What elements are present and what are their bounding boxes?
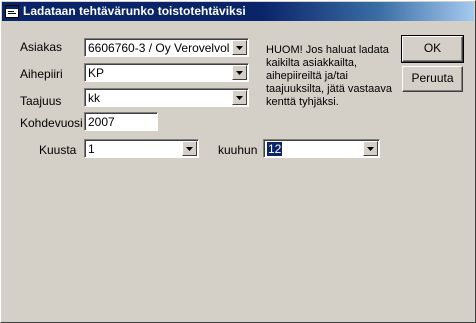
kuuhun-value: 12 xyxy=(267,142,283,156)
taajuus-dropdown-button[interactable] xyxy=(232,90,247,105)
taajuus-combobox[interactable]: kk xyxy=(84,88,249,107)
kuuhun-label: kuuhun xyxy=(218,143,258,157)
kuusta-value: 1 xyxy=(88,142,95,156)
kuusta-combobox[interactable]: 1 xyxy=(84,139,199,158)
chevron-down-icon xyxy=(186,147,193,151)
dialog-window: Ladataan tehtävärunko toistotehtäviksi A… xyxy=(0,0,476,323)
kuuhun-combobox[interactable]: 12 xyxy=(263,139,380,158)
asiakas-label: Asiakas xyxy=(20,40,63,54)
chevron-down-icon xyxy=(367,147,374,151)
aihepiiri-value: KP xyxy=(88,66,105,80)
title-bar[interactable]: Ladataan tehtävärunko toistotehtäviksi xyxy=(2,2,474,21)
chevron-down-icon xyxy=(236,46,243,50)
chevron-down-icon xyxy=(236,96,243,100)
aihepiiri-combobox[interactable]: KP xyxy=(84,63,249,82)
kohdevuosi-input[interactable]: 2007 xyxy=(84,112,158,131)
taajuus-label: Taajuus xyxy=(20,94,62,108)
ok-button[interactable]: OK xyxy=(401,35,464,63)
kuusta-dropdown-button[interactable] xyxy=(182,141,197,156)
kuuhun-dropdown-button[interactable] xyxy=(363,141,378,156)
aihepiiri-dropdown-button[interactable] xyxy=(232,65,247,80)
kuuhun-selected-text: 12 xyxy=(267,142,283,156)
asiakas-dropdown-button[interactable] xyxy=(232,40,247,55)
app-window-icon xyxy=(5,5,19,18)
kuusta-label: Kuusta xyxy=(39,143,77,157)
cancel-button[interactable]: Peruuta xyxy=(402,66,463,92)
kohdevuosi-value: 2007 xyxy=(88,115,115,129)
window-title: Ladataan tehtävärunko toistotehtäviksi xyxy=(23,4,246,18)
aihepiiri-label: Aihepiiri xyxy=(20,67,63,81)
asiakas-combobox[interactable]: 6606760-3 / Oy Verovelvolline xyxy=(84,38,249,57)
kohdevuosi-label: Kohdevuosi xyxy=(20,116,83,130)
chevron-down-icon xyxy=(236,71,243,75)
instruction-note: HUOM! Jos haluat ladata kaikilta asiakka… xyxy=(266,44,392,108)
taajuus-value: kk xyxy=(88,91,100,105)
asiakas-value: 6606760-3 / Oy Verovelvolline xyxy=(88,41,230,55)
